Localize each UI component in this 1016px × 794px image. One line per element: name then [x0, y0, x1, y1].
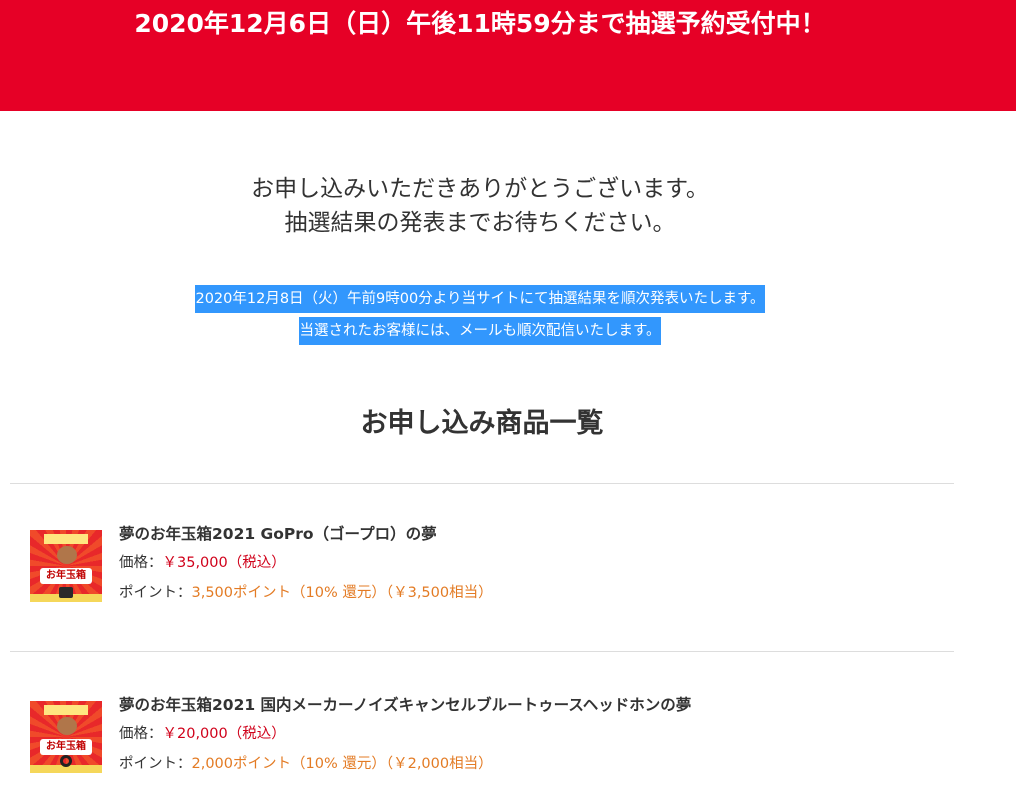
points-label: ポイント： — [119, 756, 192, 772]
price-row: 価格：￥20,000（税込） — [119, 719, 691, 749]
product-thumbnail[interactable]: お年玉箱 — [30, 530, 102, 602]
dog-icon — [57, 717, 77, 735]
dog-icon — [57, 546, 77, 564]
notice-line-1: 2020年12月8日（火）午前9時00分より当サイトにて抽選結果を順次発表いたし… — [195, 285, 765, 313]
product-item[interactable]: お年玉箱 夢のお年玉箱2021 GoPro（ゴープロ）の夢 価格：￥35,000… — [30, 525, 954, 640]
product-info: 夢のお年玉箱2021 国内メーカーノイズキャンセルブルートゥースヘッドホンの夢 … — [119, 691, 691, 779]
deadline-text: 2020年12月6日（日）午後11時59分まで抽選予約受付中！ — [134, 9, 826, 38]
price-value: ￥20,000（税込） — [162, 726, 286, 742]
product-name[interactable]: 夢のお年玉箱2021 GoPro（ゴープロ）の夢 — [119, 520, 493, 548]
points-row: ポイント：2,000ポイント（10% 還元）（￥2,000相当） — [119, 749, 691, 779]
divider — [10, 651, 954, 652]
price-label: 価格： — [119, 555, 163, 571]
headphones-icon — [60, 755, 72, 767]
thank-you-message: お申し込みいただきありがとうございます。 抽選結果の発表までお待ちください。 — [0, 172, 960, 240]
price-row: 価格：￥35,000（税込） — [119, 548, 493, 578]
result-notice: 2020年12月8日（火）午前9時00分より当サイトにて抽選結果を順次発表いたし… — [0, 283, 960, 347]
camera-icon — [59, 587, 73, 598]
points-value: 2,000ポイント（10% 還元）（￥2,000相当） — [191, 756, 493, 772]
product-info: 夢のお年玉箱2021 GoPro（ゴープロ）の夢 価格：￥35,000（税込） … — [119, 520, 493, 608]
product-item[interactable]: お年玉箱 夢のお年玉箱2021 国内メーカーノイズキャンセルブルートゥースヘッド… — [30, 696, 954, 794]
section-title: お申し込み商品一覧 — [360, 408, 604, 439]
notice-line-2: 当選されたお客様には、メールも順次配信いたします。 — [299, 317, 661, 345]
points-value: 3,500ポイント（10% 還元）（￥3,500相当） — [191, 585, 493, 601]
thank-you-line-1: お申し込みいただきありがとうございます。 — [251, 176, 709, 202]
price-label: 価格： — [119, 726, 163, 742]
header-banner: 2020年12月6日（日）午後11時59分まで抽選予約受付中！ — [0, 0, 1016, 111]
thumbnail-label: お年玉箱 — [40, 739, 92, 755]
thank-you-line-2: 抽選結果の発表までお待ちください。 — [284, 210, 676, 236]
product-name[interactable]: 夢のお年玉箱2021 国内メーカーノイズキャンセルブルートゥースヘッドホンの夢 — [119, 691, 691, 719]
product-thumbnail[interactable]: お年玉箱 — [30, 701, 102, 773]
price-value: ￥35,000（税込） — [162, 555, 286, 571]
points-label: ポイント： — [119, 585, 192, 601]
thumbnail-label: お年玉箱 — [40, 568, 92, 584]
divider — [10, 483, 954, 484]
points-row: ポイント：3,500ポイント（10% 還元）（￥3,500相当） — [119, 578, 493, 608]
